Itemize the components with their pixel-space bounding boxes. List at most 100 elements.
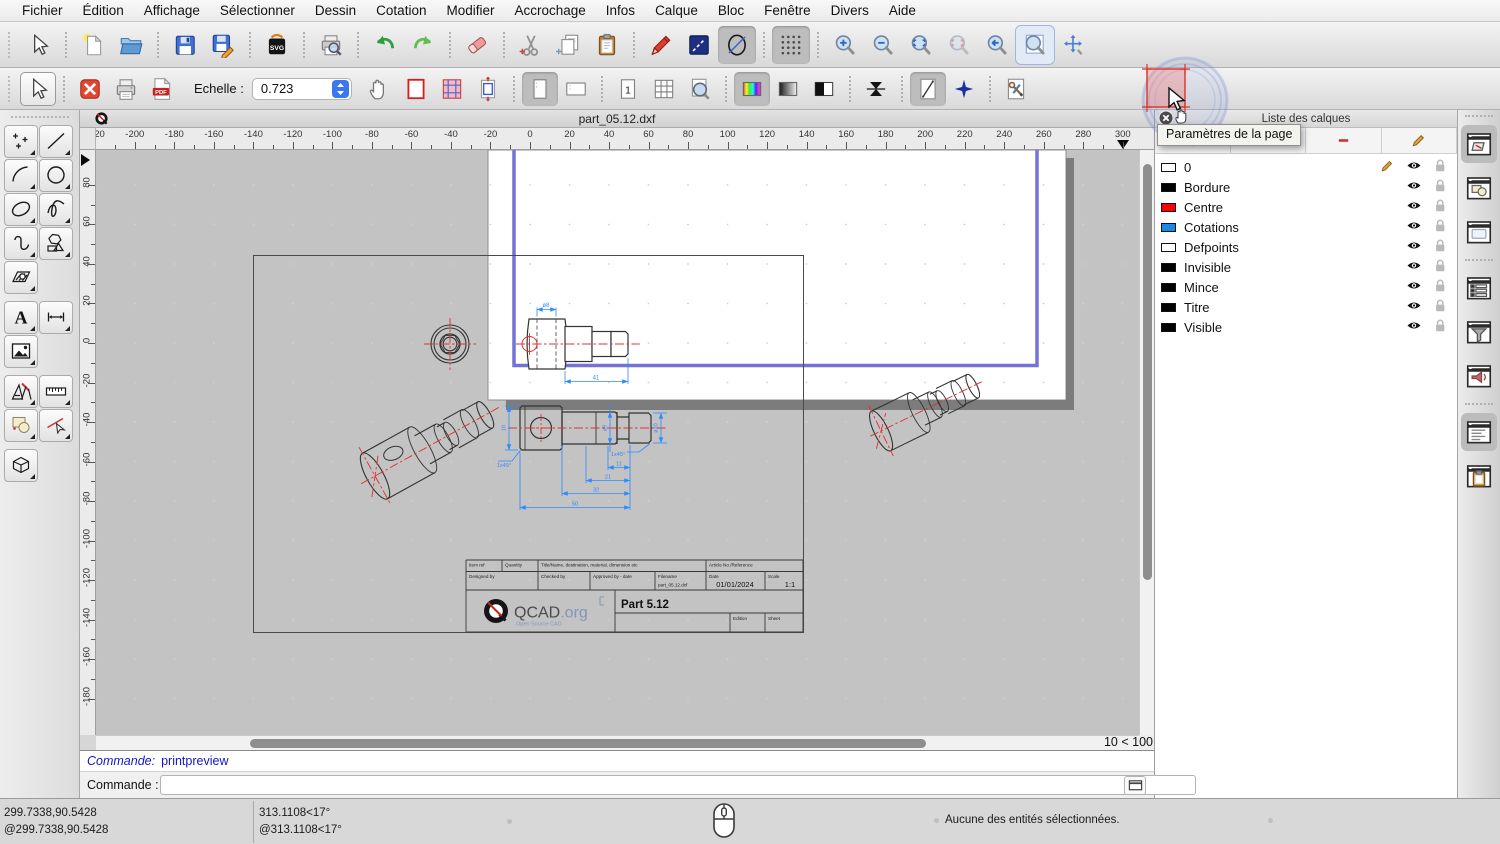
tool-points-button[interactable]	[3, 124, 38, 158]
menu-divers[interactable]: Divers	[821, 3, 879, 18]
zoom-selection-button[interactable]	[940, 26, 978, 64]
tool-block-button[interactable]	[3, 408, 38, 442]
lock-icon[interactable]	[1433, 158, 1447, 173]
toolbar-handle[interactable]	[8, 75, 12, 102]
eye-icon[interactable]	[1406, 278, 1422, 293]
menu-calque[interactable]: Calque	[645, 3, 708, 18]
auto-zoom-button[interactable]	[902, 26, 940, 64]
multi-page-button[interactable]	[646, 72, 682, 106]
tool-spline-button[interactable]	[38, 192, 73, 226]
landscape-button[interactable]	[558, 72, 594, 106]
pan-button[interactable]	[1054, 26, 1092, 64]
lock-icon[interactable]	[1433, 238, 1447, 253]
tool-measure-button[interactable]	[38, 374, 73, 408]
window-zoom-button[interactable]	[1015, 24, 1055, 65]
menu-bloc[interactable]: Bloc	[708, 3, 754, 18]
layer-row-invisible[interactable]: Invisible	[1155, 257, 1457, 277]
horizontal-scrollbar[interactable]	[96, 735, 1139, 750]
tool-draw-tools-button[interactable]	[3, 374, 38, 408]
save-file-button[interactable]	[166, 26, 204, 64]
drawing-canvas[interactable]: Item ref Quantity Title/Name, destinatio…	[96, 150, 1154, 735]
menu-dition[interactable]: Édition	[73, 3, 134, 18]
crosshair-blue-button[interactable]	[946, 72, 982, 106]
zoom-in-button[interactable]	[826, 26, 864, 64]
lock-icon[interactable]	[1433, 258, 1447, 273]
tool-arc-button[interactable]	[3, 158, 38, 192]
menu-fentre[interactable]: Fenêtre	[754, 3, 821, 18]
dock-properties-button[interactable]	[1461, 413, 1497, 451]
zoom-page-button[interactable]	[682, 72, 718, 106]
stepper-icon[interactable]	[331, 79, 349, 98]
zoom-out-button[interactable]	[864, 26, 902, 64]
document-tab-title[interactable]: part_05.12.dxf	[80, 112, 1154, 126]
tool-dimension-button[interactable]	[38, 300, 73, 334]
menu-dessin[interactable]: Dessin	[305, 3, 366, 18]
dock-layers-button[interactable]	[1461, 125, 1497, 163]
eye-icon[interactable]	[1406, 258, 1422, 273]
tool-box-3d-button[interactable]	[3, 448, 38, 482]
open-file-button[interactable]	[112, 26, 150, 64]
layer-row-visible[interactable]: Visible	[1155, 317, 1457, 337]
menu-modifier[interactable]: Modifier	[436, 3, 504, 18]
paper-borders-button[interactable]	[398, 72, 434, 106]
lock-icon[interactable]	[1433, 278, 1447, 293]
menu-cotation[interactable]: Cotation	[366, 3, 436, 18]
pan-hand-button[interactable]	[362, 72, 398, 106]
tool-select-entity-button[interactable]	[38, 408, 73, 442]
tool-polyline-button[interactable]	[3, 226, 38, 260]
tool-shapes-button[interactable]	[38, 226, 73, 260]
eye-icon[interactable]	[1406, 198, 1422, 213]
menu-infos[interactable]: Infos	[596, 3, 645, 18]
tool-circle-button[interactable]	[38, 158, 73, 192]
undo-button[interactable]	[366, 26, 404, 64]
new-file-button[interactable]	[74, 26, 112, 64]
menu-aide[interactable]: Aide	[879, 3, 926, 18]
lock-icon[interactable]	[1433, 318, 1447, 333]
eye-icon[interactable]	[1406, 318, 1422, 333]
edit-pencil-button[interactable]	[642, 26, 680, 64]
dock-blocks-button[interactable]	[1461, 169, 1497, 207]
pointer-arrow-button[interactable]	[20, 71, 56, 106]
lock-icon[interactable]	[1433, 298, 1447, 313]
grid-toggle-button[interactable]	[772, 25, 810, 64]
layer-row-mince[interactable]: Mince	[1155, 277, 1457, 297]
edit-layer-button[interactable]	[1382, 128, 1457, 153]
vertical-scrollbar[interactable]	[1139, 150, 1154, 735]
dock-command-button[interactable]	[1461, 357, 1497, 395]
layer-row-0[interactable]: 0	[1155, 157, 1457, 177]
tool-hatch-button[interactable]	[3, 260, 38, 294]
remove-layer-button[interactable]	[1306, 128, 1382, 153]
dock-list-button[interactable]	[1461, 269, 1497, 307]
layer-row-defpoints[interactable]: Defpoints	[1155, 237, 1457, 257]
tool-ellipse-button[interactable]	[3, 192, 38, 226]
layer-row-titre[interactable]: Titre	[1155, 297, 1457, 317]
erase-button[interactable]	[458, 26, 496, 64]
scale-combobox[interactable]: 0.723	[251, 77, 352, 100]
lock-icon[interactable]	[1433, 178, 1447, 193]
eye-icon[interactable]	[1406, 238, 1422, 253]
single-page-button[interactable]: 1	[610, 72, 646, 106]
full-color-button[interactable]	[733, 71, 770, 106]
tool-image-button[interactable]	[3, 334, 38, 368]
previous-view-button[interactable]	[978, 26, 1016, 64]
horizontal-scrollbar-thumb[interactable]	[250, 739, 926, 748]
grayscale-button[interactable]	[770, 72, 806, 106]
print-button[interactable]	[108, 72, 144, 106]
layer-row-bordure[interactable]: Bordure	[1155, 177, 1457, 197]
toolbox-handle[interactable]	[10, 116, 69, 118]
print-preview-button[interactable]	[312, 26, 350, 64]
fit-page-button[interactable]	[470, 72, 506, 106]
paper-margins-button[interactable]	[434, 72, 470, 106]
toolbar-handle[interactable]	[8, 31, 12, 58]
redo-button[interactable]	[404, 26, 442, 64]
dock-library-button[interactable]	[1461, 213, 1497, 251]
hourglass-button[interactable]	[858, 72, 894, 106]
pointer-arrow-button[interactable]	[20, 26, 58, 64]
tool-text-button[interactable]: A	[3, 300, 38, 334]
page-diagonal-button[interactable]	[909, 71, 946, 106]
eye-icon[interactable]	[1406, 158, 1422, 173]
save-as-button[interactable]	[204, 26, 242, 64]
paste-button[interactable]	[588, 26, 626, 64]
tool-line-button[interactable]	[38, 124, 73, 158]
eye-icon[interactable]	[1406, 178, 1422, 193]
